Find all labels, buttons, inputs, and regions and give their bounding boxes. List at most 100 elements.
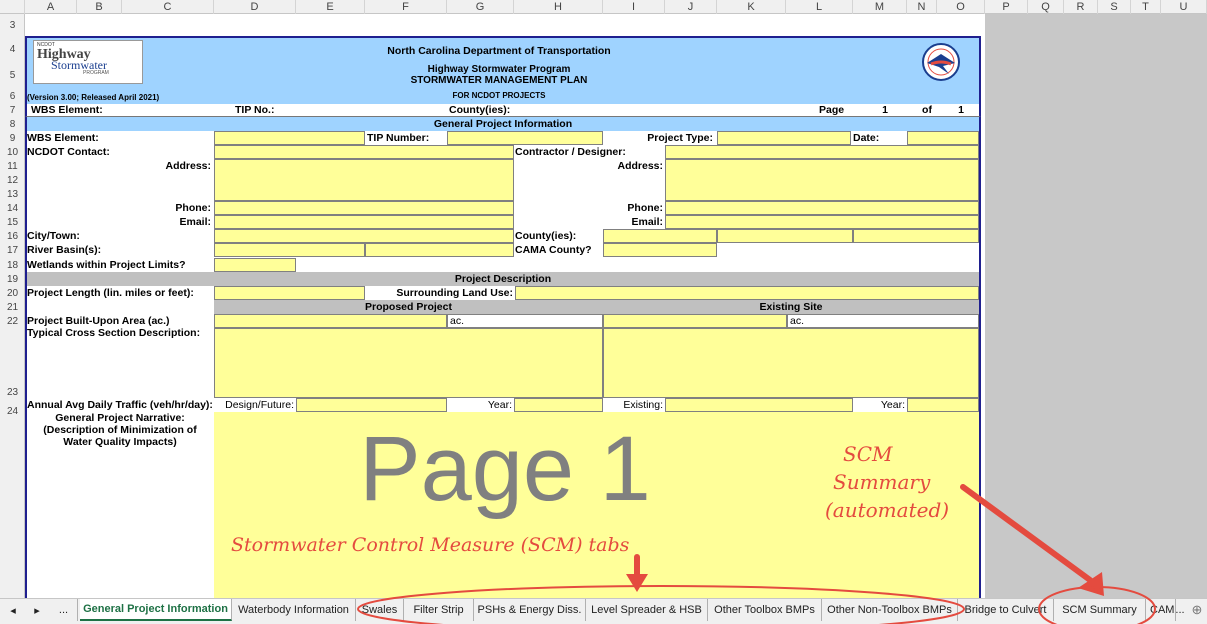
tip-number-input[interactable]	[447, 131, 603, 145]
tab-more-left[interactable]: ...	[50, 599, 78, 621]
row-header[interactable]: 11	[0, 159, 25, 173]
contractor-input[interactable]	[665, 145, 979, 159]
cama-county-label: CAMA County?	[515, 243, 592, 256]
city-town-input[interactable]	[214, 229, 514, 243]
wbs-element-input[interactable]	[214, 131, 365, 145]
tab-more-right[interactable]: ...	[1172, 599, 1188, 621]
org-title: North Carolina Department of Transportat…	[387, 44, 611, 57]
row7-tip-label: TIP No.:	[235, 104, 275, 117]
annotation-scm-line3: (automated)	[825, 498, 950, 522]
county-input-2[interactable]	[717, 229, 853, 243]
row-header[interactable]: 7	[0, 104, 25, 117]
add-sheet-icon[interactable]: ⊕	[1188, 599, 1206, 621]
row-header[interactable]: 6	[0, 88, 25, 104]
row-header[interactable]: 4	[0, 36, 25, 62]
row-header[interactable]: 20	[0, 286, 25, 300]
row-header[interactable]: 22	[0, 314, 25, 328]
col-header-p[interactable]: P	[985, 0, 1028, 14]
col-header-f[interactable]: F	[365, 0, 447, 14]
col-header-t[interactable]: T	[1131, 0, 1161, 14]
project-length-input[interactable]	[214, 286, 365, 300]
built-upon-area-proposed-input[interactable]	[214, 314, 447, 328]
river-basin-label: River Basin(s):	[27, 243, 102, 256]
tab-waterbody-information[interactable]: Waterbody Information	[232, 599, 356, 621]
cross-section-existing-input[interactable]	[603, 328, 979, 398]
row-header[interactable]: 14	[0, 201, 25, 215]
existing-year-input[interactable]	[907, 398, 979, 412]
col-header-g[interactable]: G	[447, 0, 514, 14]
row-header[interactable]: 21	[0, 300, 25, 314]
phone-label: Phone:	[175, 201, 211, 214]
contractor-address-input[interactable]	[665, 159, 979, 201]
col-header-a[interactable]: A	[25, 0, 77, 14]
existing-aadt-input[interactable]	[665, 398, 853, 412]
col-header-n[interactable]: N	[907, 0, 937, 14]
tab-scroll-right-icon[interactable]: ▸	[26, 599, 48, 621]
county-input-1[interactable]	[603, 229, 717, 243]
col-header-e[interactable]: E	[296, 0, 365, 14]
worksheet-grid[interactable]: NCDOT Highway Stormwater PROGRAM North C…	[25, 14, 985, 598]
col-header-k[interactable]: K	[717, 0, 786, 14]
tab-other-toolbox-bmps[interactable]: Other Toolbox BMPs	[708, 599, 822, 621]
col-header-b[interactable]: B	[77, 0, 122, 14]
tab-scroll-left-icon[interactable]: ◂	[2, 599, 24, 621]
row-header[interactable]: 3	[0, 14, 25, 36]
county-input-3[interactable]	[853, 229, 979, 243]
cross-section-proposed-input[interactable]	[214, 328, 603, 398]
row-header[interactable]: 10	[0, 145, 25, 159]
row-header[interactable]: 18	[0, 258, 25, 272]
tab-swales[interactable]: Swales	[356, 599, 404, 621]
tab-level-spreader-hsb[interactable]: Level Spreader & HSB	[586, 599, 708, 621]
column-header-bar: A B C D E F G H I J K L M N O P Q R S T …	[0, 0, 1207, 14]
col-header-s[interactable]: S	[1098, 0, 1131, 14]
email-input[interactable]	[214, 215, 514, 229]
col-header-c[interactable]: C	[122, 0, 214, 14]
tab-pshs-energy-diss[interactable]: PSHs & Energy Diss.	[474, 599, 586, 621]
row-header[interactable]: 15	[0, 215, 25, 229]
row-header[interactable]: 8	[0, 117, 25, 131]
river-basin-input-1[interactable]	[214, 243, 365, 257]
plan-title: STORMWATER MANAGEMENT PLAN	[410, 75, 588, 86]
row-header[interactable]: 12	[0, 173, 25, 187]
built-upon-area-existing-input[interactable]	[603, 314, 787, 328]
tab-other-non-toolbox-bmps[interactable]: Other Non-Toolbox BMPs	[822, 599, 958, 621]
tab-general-project-information[interactable]: General Project Information	[80, 599, 232, 621]
wetlands-input[interactable]	[214, 258, 296, 272]
tab-scm-summary[interactable]: SCM Summary	[1054, 599, 1146, 621]
phone-input[interactable]	[214, 201, 514, 215]
date-input[interactable]	[907, 131, 979, 145]
ncdot-contact-input[interactable]	[214, 145, 514, 159]
surrounding-land-use-input[interactable]	[515, 286, 979, 300]
row-header[interactable]: 9	[0, 131, 25, 145]
aadt-label: Annual Avg Daily Traffic (veh/hr/day):	[27, 398, 213, 411]
row-header[interactable]: 16	[0, 229, 25, 243]
select-all-corner[interactable]	[0, 0, 25, 14]
col-header-u[interactable]: U	[1161, 0, 1207, 14]
row-header[interactable]: 24	[0, 398, 25, 424]
col-header-h[interactable]: H	[514, 0, 603, 14]
tab-bridge-to-culvert[interactable]: Bridge to Culvert	[958, 599, 1054, 621]
contractor-email-input[interactable]	[665, 215, 979, 229]
design-year-input[interactable]	[514, 398, 603, 412]
row-header[interactable]: 5	[0, 62, 25, 88]
address-input[interactable]	[214, 159, 514, 201]
col-header-l[interactable]: L	[786, 0, 853, 14]
col-header-q[interactable]: Q	[1028, 0, 1064, 14]
row-header[interactable]: 13	[0, 187, 25, 201]
row-header[interactable]: 23	[0, 328, 25, 398]
col-header-j[interactable]: J	[665, 0, 717, 14]
col-header-r[interactable]: R	[1064, 0, 1098, 14]
river-basin-input-2[interactable]	[365, 243, 514, 257]
col-header-d[interactable]: D	[214, 0, 296, 14]
tab-filter-strip[interactable]: Filter Strip	[404, 599, 474, 621]
plan-subtitle: FOR NCDOT PROJECTS	[452, 90, 546, 100]
col-header-m[interactable]: M	[853, 0, 907, 14]
contractor-phone-input[interactable]	[665, 201, 979, 215]
design-future-input[interactable]	[296, 398, 447, 412]
cama-county-input[interactable]	[603, 243, 717, 257]
project-type-input[interactable]	[717, 131, 851, 145]
row-header[interactable]: 19	[0, 272, 25, 286]
row-header[interactable]: 17	[0, 243, 25, 258]
col-header-i[interactable]: I	[603, 0, 665, 14]
col-header-o[interactable]: O	[937, 0, 985, 14]
